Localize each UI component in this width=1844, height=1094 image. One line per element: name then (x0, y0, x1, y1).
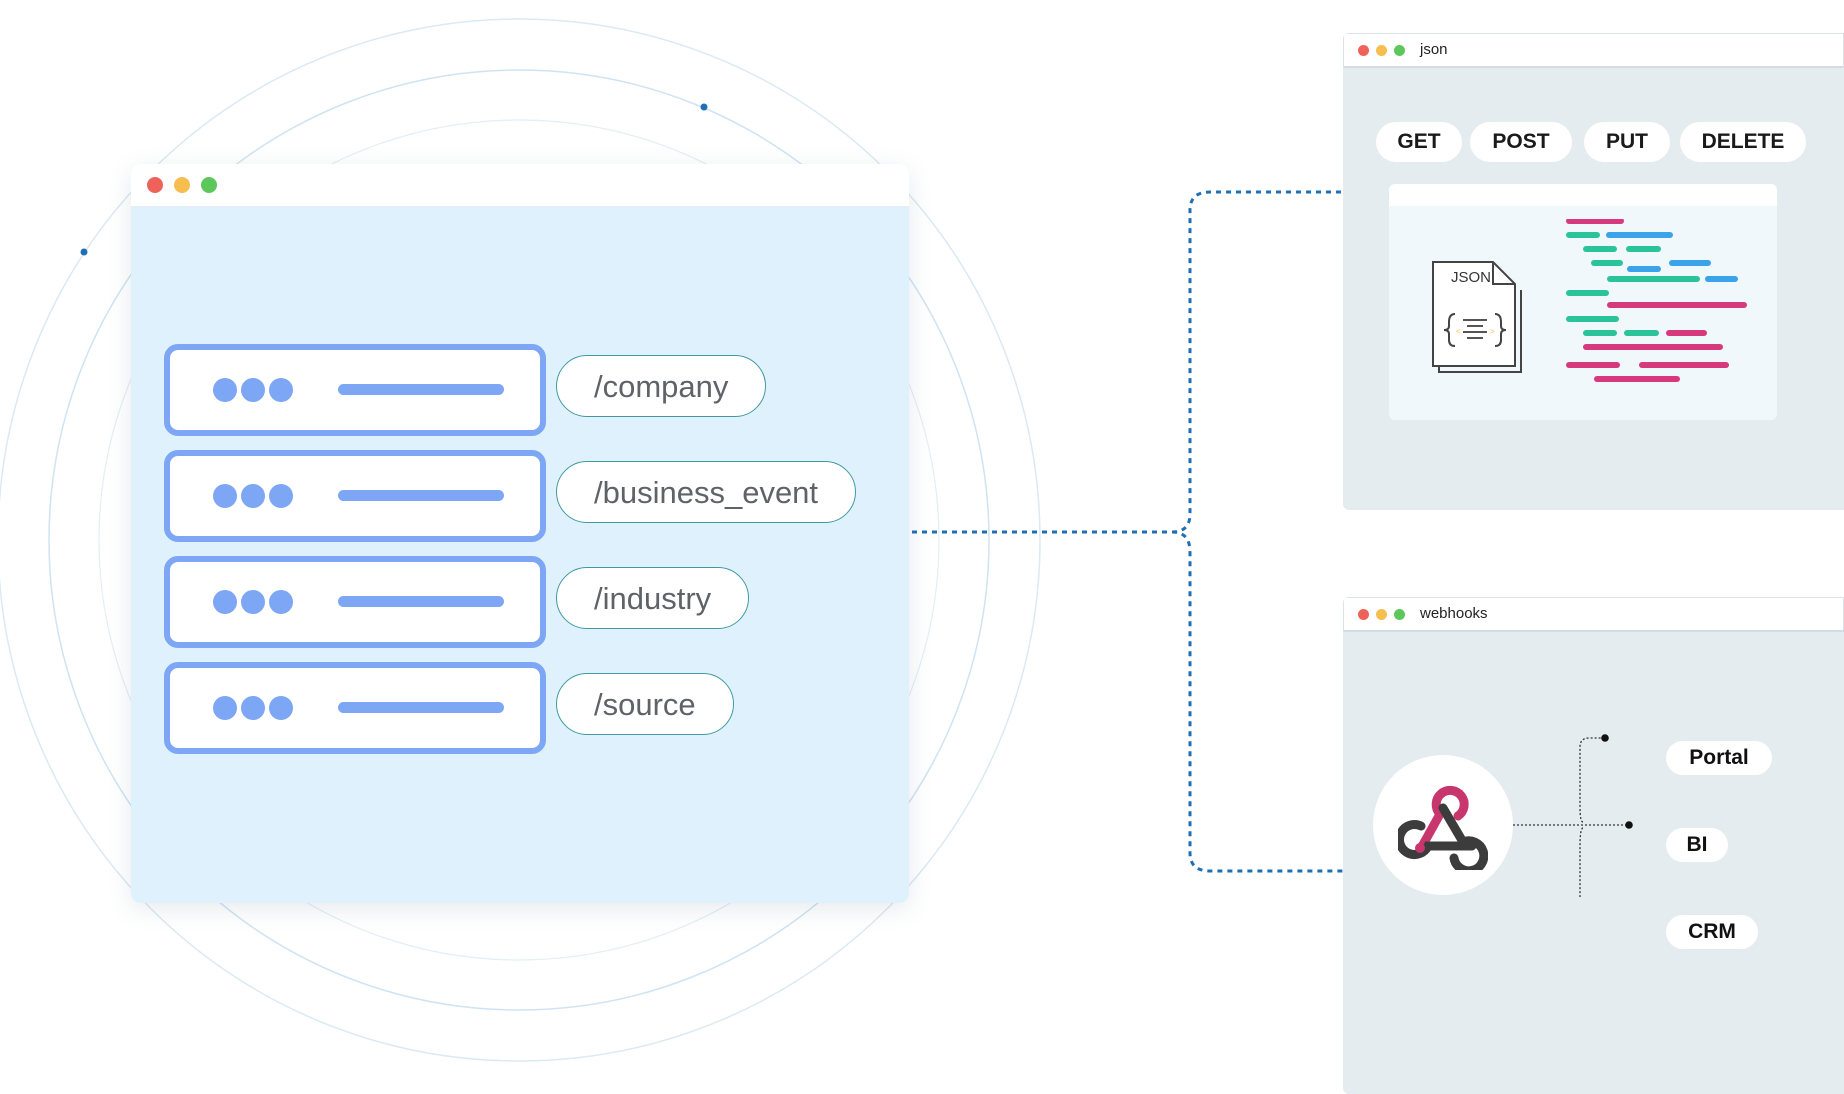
window-close-button[interactable] (147, 177, 163, 193)
webhook-branch-lines (1513, 734, 1633, 897)
api-routes-window: /company /business_event /industry /sour… (131, 164, 909, 903)
window-minimize-button[interactable] (174, 177, 190, 193)
svg-text:<: < (1456, 327, 1461, 336)
route-pill-company[interactable]: /company (556, 355, 767, 417)
route-line (338, 702, 504, 713)
method-get-button[interactable]: GET (1376, 122, 1462, 162)
method-post-button[interactable]: POST (1470, 122, 1572, 162)
route-line (338, 596, 504, 607)
route-dot (269, 590, 293, 614)
route-card (164, 662, 546, 754)
json-file-icon: JSON < > (1432, 261, 1522, 373)
window-minimize-button[interactable] (1376, 609, 1387, 620)
route-dot (213, 378, 237, 402)
route-pill-business-event[interactable]: /business_event (556, 461, 857, 523)
method-delete-button[interactable]: DELETE (1680, 122, 1806, 162)
route-dot (269, 378, 293, 402)
window-minimize-button[interactable] (1376, 45, 1387, 56)
route-pill-source[interactable]: /source (556, 673, 734, 735)
webhooks-window: webhooks Portal BI CRM (1343, 597, 1844, 1094)
route-dot (241, 484, 265, 508)
window-title: json (1420, 41, 1448, 58)
panel-header (1389, 184, 1777, 206)
target-bi[interactable]: BI (1666, 828, 1728, 862)
json-file-label: JSON (1451, 269, 1491, 286)
route-dot (269, 484, 293, 508)
route-card (164, 556, 546, 648)
route-card (164, 450, 546, 542)
route-dot (241, 590, 265, 614)
window-titlebar (131, 164, 909, 207)
orbit-dot (700, 103, 708, 111)
target-portal[interactable]: Portal (1666, 741, 1772, 775)
window-maximize-button[interactable] (201, 177, 217, 193)
json-preview-panel: JSON < > (1389, 184, 1777, 420)
route-dot (269, 696, 293, 720)
window-title: webhooks (1420, 605, 1488, 622)
code-lines-illustration (1566, 219, 1747, 382)
method-put-button[interactable]: PUT (1584, 122, 1670, 162)
webhook-badge (1373, 755, 1513, 895)
webhook-icon (1398, 785, 1488, 870)
route-dot (241, 378, 265, 402)
window-maximize-button[interactable] (1394, 609, 1405, 620)
route-dot (213, 590, 237, 614)
route-line (338, 384, 504, 395)
window-titlebar: webhooks (1343, 597, 1844, 632)
connector-lines (912, 190, 1343, 873)
route-card (164, 344, 546, 436)
window-close-button[interactable] (1358, 609, 1369, 620)
orbit-dot (80, 248, 88, 256)
window-close-button[interactable] (1358, 45, 1369, 56)
target-crm[interactable]: CRM (1666, 915, 1758, 949)
route-pill-industry[interactable]: /industry (556, 567, 750, 629)
route-line (338, 490, 504, 501)
window-maximize-button[interactable] (1394, 45, 1405, 56)
route-dot (213, 696, 237, 720)
json-window: json GET POST PUT DELETE JSON < > (1343, 33, 1844, 510)
window-titlebar: json (1343, 33, 1844, 68)
route-dot (241, 696, 265, 720)
svg-text:>: > (1490, 327, 1495, 336)
route-dot (213, 484, 237, 508)
